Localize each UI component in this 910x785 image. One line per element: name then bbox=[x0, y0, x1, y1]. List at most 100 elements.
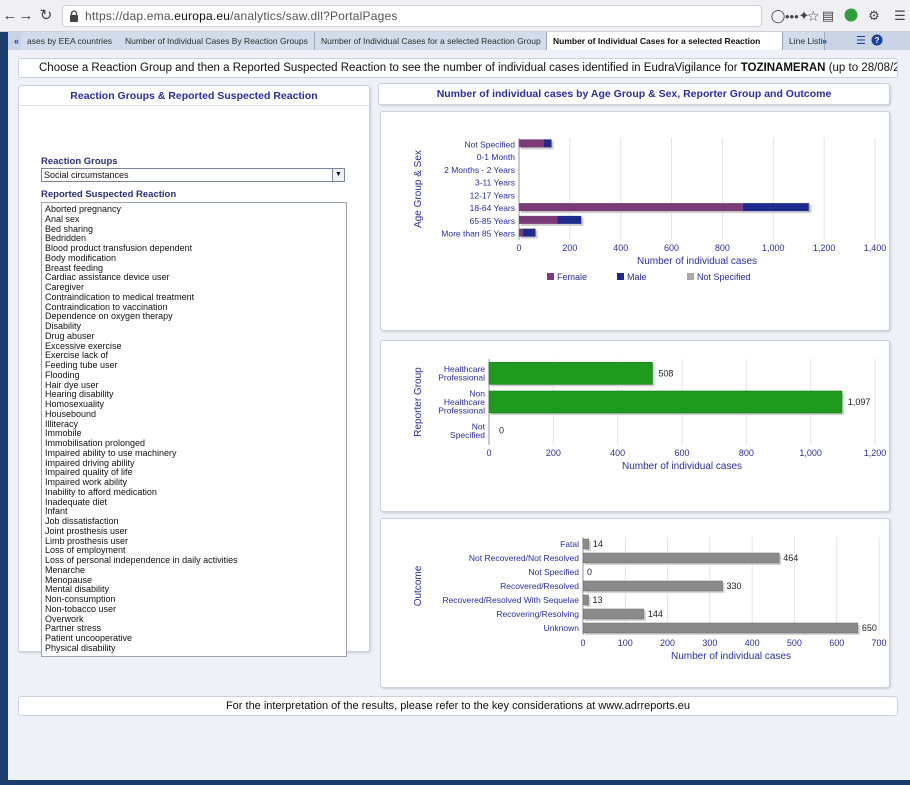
x-tick-label: 200 bbox=[660, 638, 675, 648]
category-label: Unknown bbox=[544, 623, 580, 633]
help-icon[interactable]: ? bbox=[871, 34, 883, 49]
reaction-list-item[interactable]: Housebound bbox=[45, 409, 343, 420]
x-tick-label: 0 bbox=[486, 448, 491, 458]
category-label: 0-1 Month bbox=[477, 152, 516, 162]
x-tick-label: 600 bbox=[829, 638, 844, 648]
instructions-banner: Choose a Reaction Group and then a Repor… bbox=[18, 58, 898, 78]
reaction-groups-label: Reaction Groups bbox=[41, 156, 118, 167]
reaction-list-item[interactable]: Illiteracy bbox=[45, 419, 343, 430]
x-tick-label: 700 bbox=[871, 638, 886, 648]
reporter-group-chart-panel: 0 200 400 600 800 1,000 1,200 Number of individ… bbox=[380, 340, 890, 512]
reaction-listbox[interactable]: Aborted pregnancy Anal sex Bed sharing Bedr… bbox=[41, 202, 347, 657]
category-label: Not Specified bbox=[464, 139, 515, 149]
category-label: Professional bbox=[438, 373, 485, 383]
bar-segment bbox=[522, 228, 536, 237]
charts-title: Number of individual cases by Age Group … bbox=[436, 88, 832, 100]
bar bbox=[582, 580, 723, 592]
legend-label: Female bbox=[557, 272, 587, 282]
svg-text:?: ? bbox=[875, 36, 880, 45]
legend-swatch bbox=[617, 273, 624, 280]
y-axis-title: Age Group & Sex bbox=[413, 150, 424, 228]
url-text: https://dap.ema.europa.eu/analytics/saw.… bbox=[85, 9, 398, 23]
menu-icon[interactable]: ☰ bbox=[892, 8, 908, 24]
reaction-group-select[interactable]: Social circumstances ▼ bbox=[41, 168, 345, 182]
extension-icon[interactable]: ✦ bbox=[796, 8, 812, 24]
value-label: 464 bbox=[783, 553, 798, 563]
reaction-filter-panel: Reaction Groups & Reported Suspected Rea… bbox=[18, 85, 370, 657]
shield-icon[interactable]: ◯ bbox=[770, 8, 786, 24]
tab-scroll-left-icon[interactable]: « bbox=[14, 32, 19, 50]
legend-swatch bbox=[687, 273, 694, 280]
legend-label: Male bbox=[627, 272, 647, 282]
lock-icon bbox=[70, 10, 78, 22]
reaction-list-item[interactable]: Loss of personal independence in daily a… bbox=[45, 555, 343, 566]
x-tick-label: 800 bbox=[715, 243, 730, 253]
value-label: 14 bbox=[593, 539, 603, 549]
x-tick-label: 200 bbox=[562, 243, 577, 253]
bar bbox=[488, 390, 843, 414]
tab-cases-selected-reaction-group[interactable]: Number of Individual Cases for a selecte… bbox=[315, 32, 547, 50]
reaction-list-item[interactable]: Feeding tube user bbox=[45, 360, 343, 371]
value-label: 0 bbox=[587, 567, 592, 577]
bar-segment bbox=[519, 203, 743, 212]
address-bar[interactable]: https://dap.ema.europa.eu/analytics/saw.… bbox=[62, 5, 820, 27]
reaction-list-item[interactable]: Bed sharing bbox=[45, 224, 343, 235]
footer-note: For the interpretation of the results, p… bbox=[18, 696, 898, 716]
bar-shadow bbox=[810, 205, 812, 214]
page-options-icon[interactable]: ☰ bbox=[856, 34, 866, 47]
tab-line-listing[interactable]: Line Listi bbox=[783, 32, 825, 50]
reaction-list-item[interactable]: Non-tobacco user bbox=[45, 604, 343, 615]
reaction-list-item[interactable]: Physical disability bbox=[45, 643, 343, 654]
outcome-chart-panel: 0 100 200 300 400 500 600 700 Number of individu… bbox=[380, 518, 890, 688]
x-tick-label: 0 bbox=[516, 243, 521, 253]
tab-cases-by-eea[interactable]: ases by EEA countries bbox=[21, 32, 123, 50]
reaction-group-selected-value: Social circumstances bbox=[44, 170, 129, 180]
x-tick-label: 100 bbox=[618, 638, 633, 648]
value-label: 13 bbox=[592, 595, 602, 605]
chevron-down-icon[interactable]: ▼ bbox=[332, 169, 344, 181]
x-tick-label: 600 bbox=[664, 243, 679, 253]
reaction-list-item[interactable]: Aborted pregnancy bbox=[45, 204, 343, 215]
reaction-list-item[interactable]: Cardiac assistance device user bbox=[45, 272, 343, 283]
x-tick-label: 1,400 bbox=[864, 243, 887, 253]
category-label: More than 85 Years bbox=[441, 229, 515, 239]
bar bbox=[582, 594, 589, 606]
x-tick-label: 1,000 bbox=[799, 448, 822, 458]
category-label: Recovered/Resolved With Sequelae bbox=[442, 595, 579, 605]
forward-icon[interactable]: → bbox=[16, 6, 36, 26]
y-axis-title: Outcome bbox=[413, 565, 424, 606]
dashboard-page: Choose a Reaction Group and then a Repor… bbox=[8, 50, 910, 780]
tab-scroll-right-icon[interactable]: » bbox=[822, 32, 827, 50]
category-label: 18-64 Years bbox=[470, 203, 515, 213]
category-label: 3-11 Years bbox=[475, 178, 515, 188]
x-tick-label: 800 bbox=[739, 448, 754, 458]
x-tick-label: 400 bbox=[613, 243, 628, 253]
reaction-list-item[interactable]: Dependence on oxygen therapy bbox=[45, 311, 343, 322]
bar-segment bbox=[519, 215, 558, 224]
settings-gear-icon[interactable]: ⚙ bbox=[866, 8, 882, 24]
category-label: Recovered/Resolved bbox=[500, 581, 579, 591]
charts-header: Number of individual cases by Age Group … bbox=[378, 83, 890, 105]
bar-segment bbox=[808, 203, 810, 212]
category-label: Fatal bbox=[560, 539, 579, 549]
category-label: 12-17 Years bbox=[470, 190, 515, 200]
reader-icon[interactable]: ▤ bbox=[820, 8, 836, 24]
x-tick-label: 0 bbox=[580, 638, 585, 648]
reload-icon[interactable]: ↻ bbox=[36, 6, 56, 26]
tab-cases-selected-reaction[interactable]: Number of Individual Cases for a selecte… bbox=[547, 32, 783, 50]
age-sex-chart: 0 200 400 600 800 1,000 1,200 1,400 Number of in… bbox=[413, 138, 887, 282]
legend-swatch bbox=[547, 273, 554, 280]
x-tick-label: 1,000 bbox=[762, 243, 785, 253]
reaction-list-item[interactable]: Inadequate diet bbox=[45, 497, 343, 508]
bar-segment bbox=[742, 203, 809, 212]
category-label: Not Specified bbox=[528, 567, 579, 577]
value-label: 650 bbox=[862, 623, 877, 633]
dashboard-tab-strip: « ases by EEA countries Number of Indivi… bbox=[8, 32, 910, 50]
browser-toolbar: ← → ↻ https://dap.ema.europa.eu/analytic… bbox=[0, 0, 910, 32]
addon-badge-icon[interactable] bbox=[843, 8, 859, 24]
x-tick-label: 600 bbox=[674, 448, 689, 458]
bar bbox=[488, 362, 653, 385]
reaction-panel-title: Reaction Groups & Reported Suspected Rea… bbox=[19, 86, 369, 106]
tab-cases-by-reaction-groups[interactable]: Number of Individual Cases By Reaction G… bbox=[119, 32, 315, 50]
category-label: Recovering/Resolving bbox=[496, 609, 579, 619]
